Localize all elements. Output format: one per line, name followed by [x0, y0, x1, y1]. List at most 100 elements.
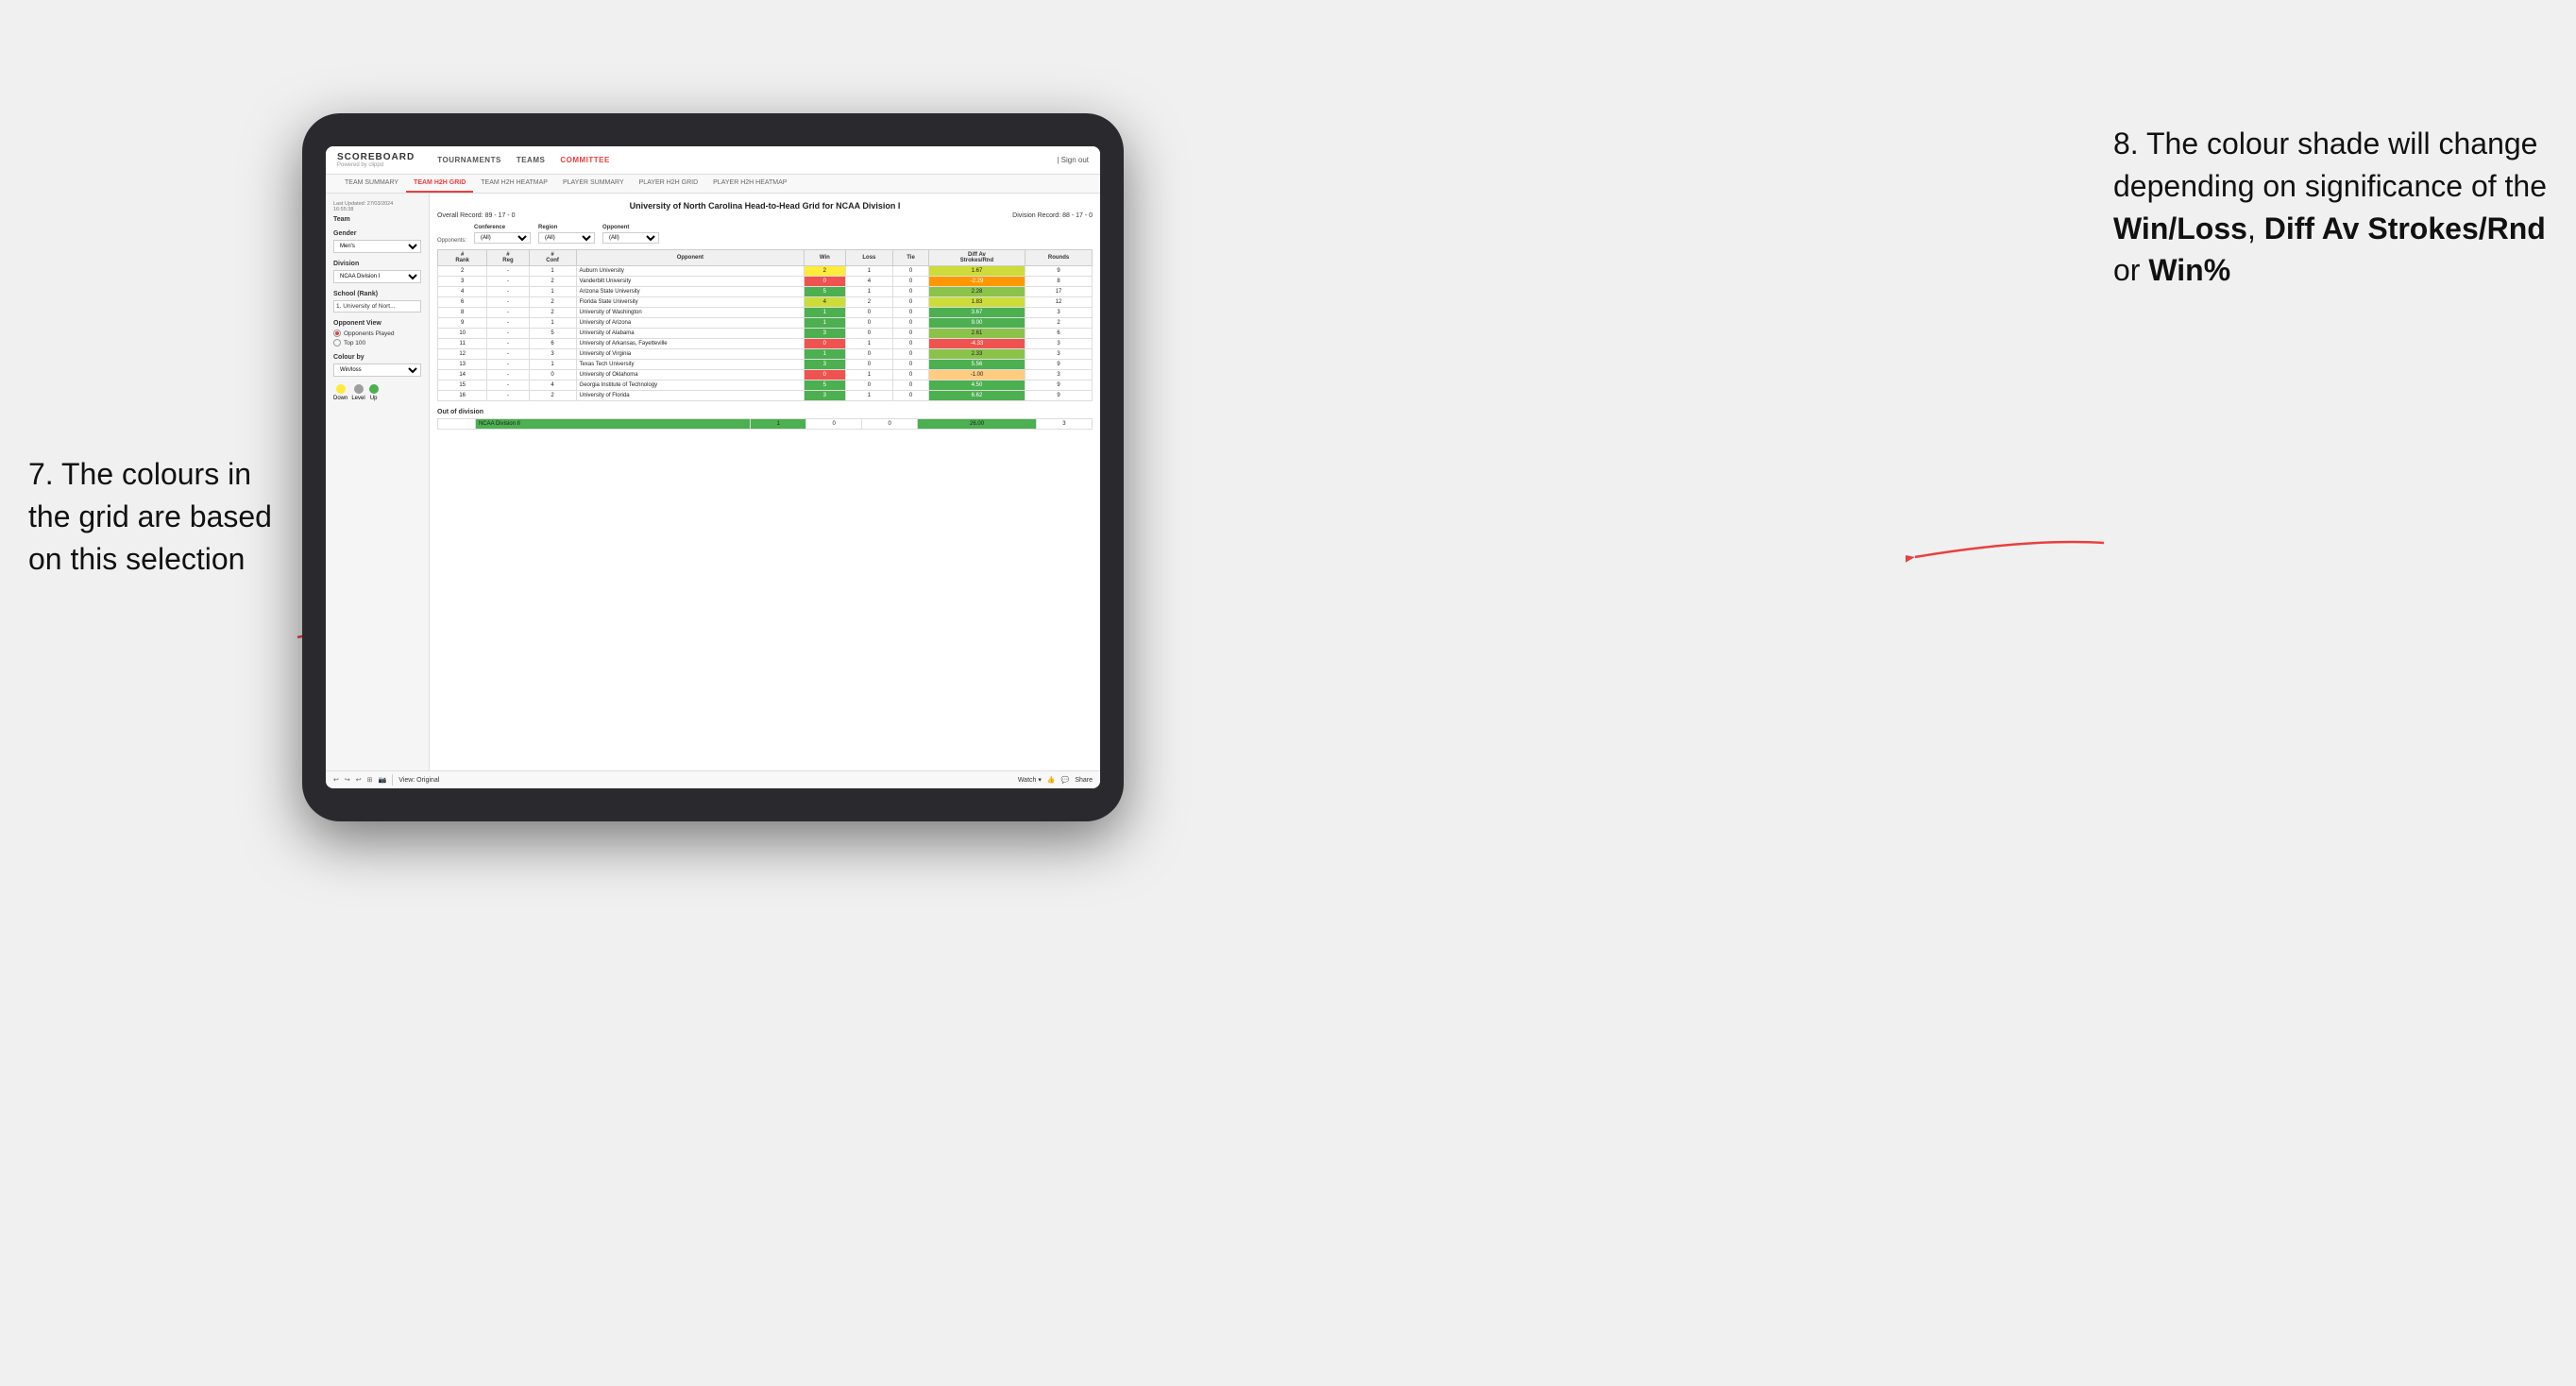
cell-rank: 15: [438, 380, 487, 391]
cell-reg: -: [487, 277, 529, 287]
cell-conf: 2: [529, 308, 576, 318]
cell-opponent: University of Arkansas, Fayetteville: [576, 339, 805, 349]
cell-opponent: Auburn University: [576, 266, 805, 277]
cell-opponent: Texas Tech University: [576, 360, 805, 370]
school-input[interactable]: [333, 300, 421, 313]
arrow-right: [1906, 524, 2113, 581]
cell-diff: 1.83: [928, 297, 1025, 308]
legend-circle-up: [369, 384, 379, 394]
nav-committee[interactable]: COMMITTEE: [560, 156, 610, 164]
cell-diff: 2.61: [928, 329, 1025, 339]
table-row: 9 - 1 University of Arizona 1 0 0 9.00 2: [438, 318, 1093, 329]
toolbar-view[interactable]: View: Original: [398, 777, 439, 784]
sidebar: Last Updated: 27/03/2024 16:55:38 Team G…: [326, 194, 430, 770]
cell-tie: 0: [893, 391, 929, 401]
cell-conf: 2: [529, 391, 576, 401]
cell-tie: 0: [893, 277, 929, 287]
filter-conference: Conference (All): [474, 225, 531, 244]
radio-dot-opponents: [333, 330, 341, 337]
cell-win: 1: [805, 349, 845, 360]
cell-win: 5: [805, 287, 845, 297]
cell-win: 3: [805, 391, 845, 401]
logo-area: SCOREBOARD Powered by clippd: [337, 152, 415, 168]
legend-circle-level: [354, 384, 364, 394]
conf-filter-select[interactable]: (All): [474, 232, 531, 244]
cell-rounds: 3: [1025, 308, 1093, 318]
cell-rounds: 17: [1025, 287, 1093, 297]
radio-label-opponents: Opponents Played: [344, 330, 394, 337]
sub-nav: TEAM SUMMARY TEAM H2H GRID TEAM H2H HEAT…: [326, 175, 1100, 194]
toolbar-sep: [392, 774, 393, 786]
cell-tie: 0: [893, 360, 929, 370]
radio-opponents-played[interactable]: Opponents Played: [333, 330, 421, 337]
last-updated: Last Updated: 27/03/2024 16:55:38: [333, 201, 421, 212]
toolbar-comment[interactable]: 💬: [1061, 776, 1070, 784]
sub-nav-team-h2h-heatmap[interactable]: TEAM H2H HEATMAP: [473, 175, 555, 193]
colour-by-select[interactable]: Win/loss Diff Av Strokes/Rnd Win%: [333, 363, 421, 377]
grid-record: Overall Record: 89 - 17 - 0 Division Rec…: [437, 212, 1093, 219]
col-diff: Diff AvStrokes/Rnd: [928, 250, 1025, 266]
division-select[interactable]: NCAA Division I: [333, 270, 421, 283]
cell-opponent: University of Washington: [576, 308, 805, 318]
sidebar-school-section: School (Rank): [333, 291, 421, 313]
toolbar-share[interactable]: Share: [1075, 777, 1093, 784]
sign-out[interactable]: | Sign out: [1057, 156, 1089, 164]
toolbar-back[interactable]: ↩: [356, 776, 362, 784]
nav-teams[interactable]: TEAMS: [517, 156, 546, 164]
region-filter-label: Region: [538, 225, 595, 230]
cell-tie: 0: [893, 339, 929, 349]
legend-circle-down: [336, 384, 346, 394]
radio-top100[interactable]: Top 100: [333, 339, 421, 346]
radio-group: Opponents Played Top 100: [333, 330, 421, 346]
legend-level: Level: [351, 384, 364, 401]
cell-rounds: 9: [1025, 380, 1093, 391]
logo-sub: Powered by clippd: [337, 162, 415, 168]
cell-conf: 1: [529, 287, 576, 297]
cell-opponent: University of Arizona: [576, 318, 805, 329]
cell-tie: 0: [893, 287, 929, 297]
cell-win: 3: [805, 360, 845, 370]
col-conf: #Conf: [529, 250, 576, 266]
region-filter-select[interactable]: (All): [538, 232, 595, 244]
toolbar-undo[interactable]: ↩: [333, 776, 339, 784]
toolbar-redo[interactable]: ↪: [345, 776, 350, 784]
cell-diff: 9.00: [928, 318, 1025, 329]
cell-loss: 0: [845, 349, 893, 360]
school-label: School (Rank): [333, 291, 421, 297]
cell-reg: -: [487, 287, 529, 297]
od-label: [438, 419, 476, 430]
cell-rank: 13: [438, 360, 487, 370]
legend-down: Down: [333, 384, 347, 401]
legend-label-level: Level: [351, 396, 364, 401]
cell-rank: 11: [438, 339, 487, 349]
cell-diff: 4.50: [928, 380, 1025, 391]
toolbar-watch[interactable]: Watch ▾: [1018, 776, 1042, 784]
gender-label: Gender: [333, 230, 421, 237]
gender-select[interactable]: Men's: [333, 240, 421, 253]
sub-nav-team-h2h-grid[interactable]: TEAM H2H GRID: [406, 175, 473, 193]
opponent-view-label: Opponent View: [333, 320, 421, 327]
cell-rank: 16: [438, 391, 487, 401]
cell-reg: -: [487, 391, 529, 401]
grid-area: University of North Carolina Head-to-Hea…: [430, 194, 1100, 770]
legend-row: Down Level Up: [333, 384, 421, 401]
sub-nav-player-h2h-grid[interactable]: PLAYER H2H GRID: [632, 175, 706, 193]
cell-win: 2: [805, 266, 845, 277]
bottom-toolbar: ↩ ↪ ↩ ⊞ 📷 View: Original Watch ▾ 👍 💬 Sha…: [326, 770, 1100, 788]
sub-nav-team-summary[interactable]: TEAM SUMMARY: [337, 175, 406, 193]
sub-nav-player-h2h-heatmap[interactable]: PLAYER H2H HEATMAP: [705, 175, 794, 193]
cell-win: 5: [805, 380, 845, 391]
cell-reg: -: [487, 339, 529, 349]
tablet-frame: SCOREBOARD Powered by clippd TOURNAMENTS…: [302, 113, 1124, 821]
cell-loss: 0: [845, 380, 893, 391]
nav-tournaments[interactable]: TOURNAMENTS: [437, 156, 501, 164]
toolbar-thumbsup[interactable]: 👍: [1047, 776, 1056, 784]
cell-rank: 14: [438, 370, 487, 380]
cell-opponent: University of Virginia: [576, 349, 805, 360]
toolbar-copy[interactable]: ⊞: [367, 776, 373, 784]
sub-nav-player-summary[interactable]: PLAYER SUMMARY: [555, 175, 632, 193]
cell-diff: 3.67: [928, 308, 1025, 318]
logo-text: SCOREBOARD: [337, 152, 415, 162]
opponent-filter-select[interactable]: (All): [602, 232, 659, 244]
toolbar-camera[interactable]: 📷: [379, 776, 387, 784]
